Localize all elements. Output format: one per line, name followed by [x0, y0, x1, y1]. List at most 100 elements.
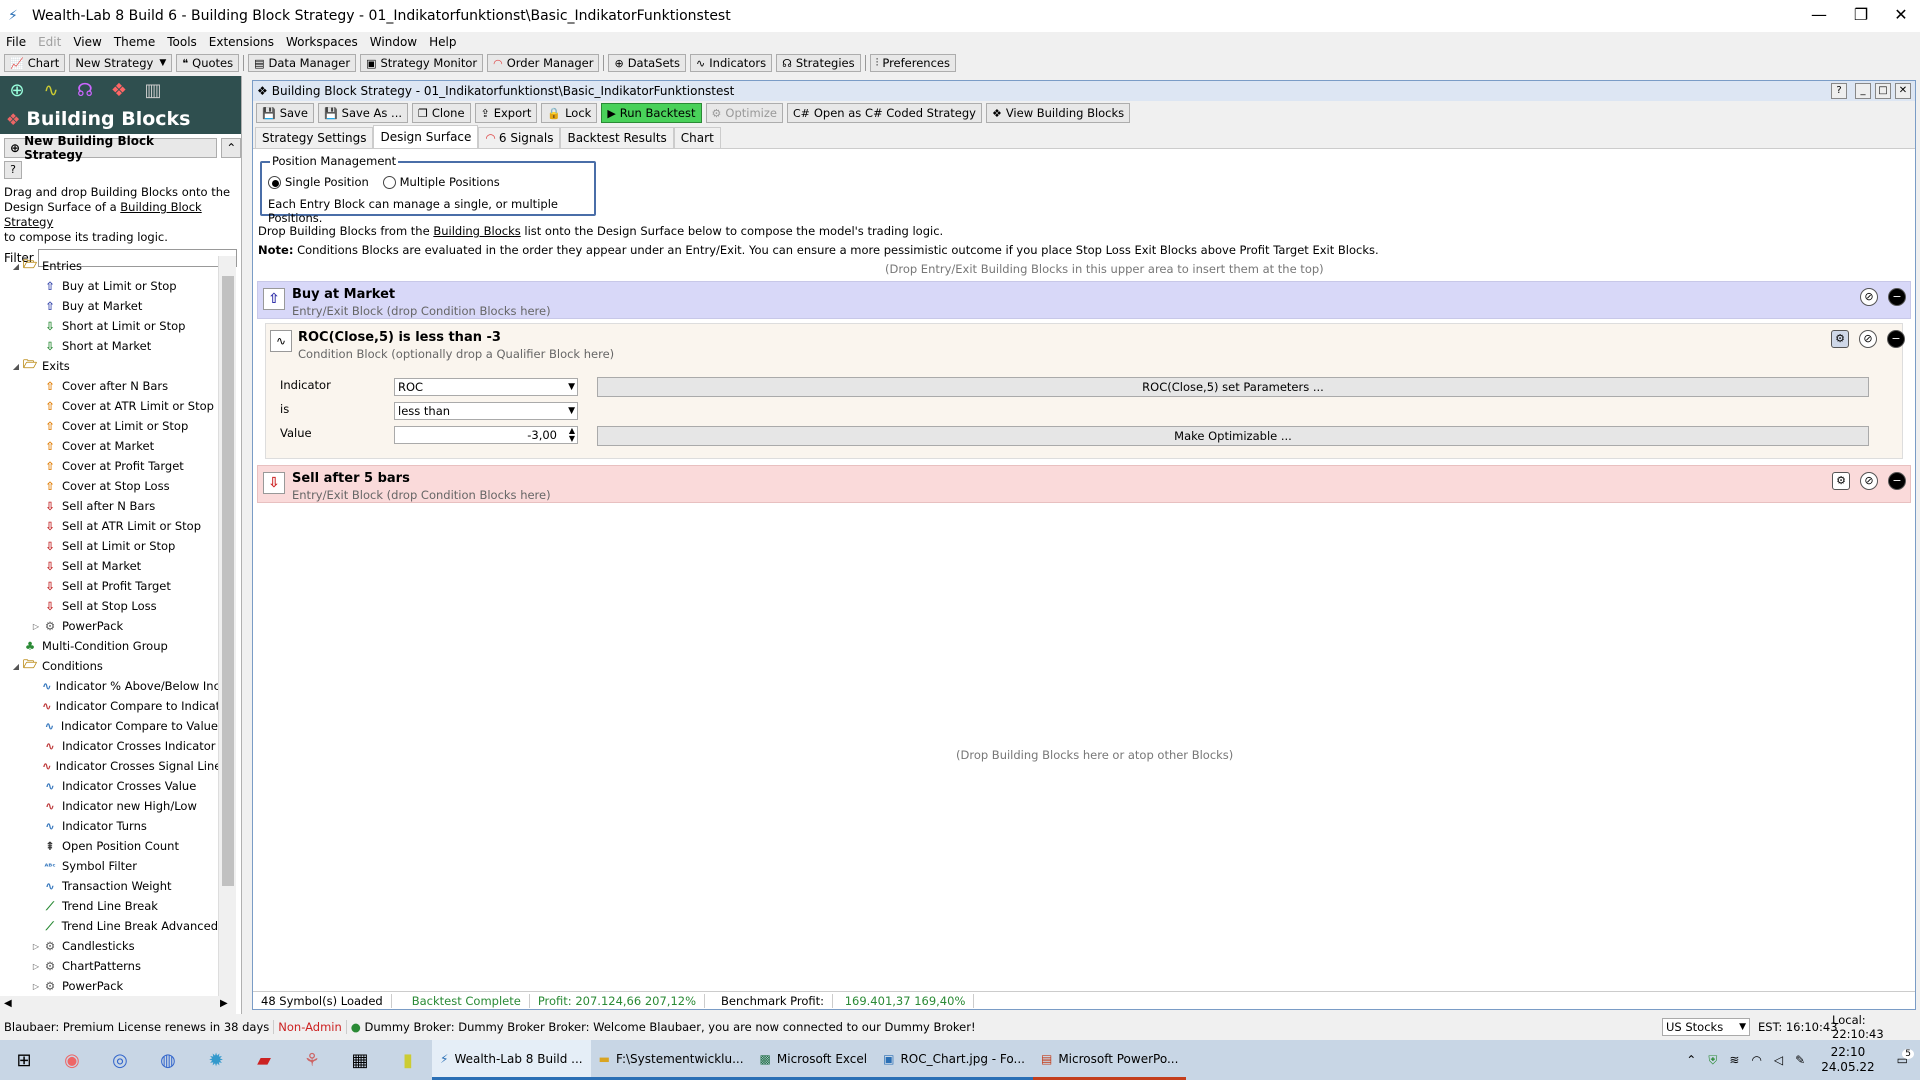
doc-close-button[interactable]: ✕	[1895, 83, 1911, 99]
collapsed-toggle-icon[interactable]: ▷	[30, 942, 42, 951]
doc-help-button[interactable]: ?	[1831, 83, 1847, 99]
collapse-button[interactable]: ⌃	[221, 138, 241, 158]
tree-item[interactable]: ⟋ Trend Line Break Advanced	[0, 916, 218, 936]
taskbar-app-powerpoint[interactable]: ▤ Microsoft PowerPo...	[1032, 1040, 1187, 1080]
tree-item[interactable]: ∿ Indicator Compare to Indicat	[0, 696, 218, 716]
menu-window[interactable]: Window	[364, 35, 423, 49]
spinner-icon[interactable]: ▲ ▼	[569, 427, 575, 443]
tree-item[interactable]: ⇧ Cover at ATR Limit or Stop	[0, 396, 218, 416]
tree-item[interactable]: ⇧ Cover after N Bars	[0, 376, 218, 396]
indicator-wave-icon[interactable]: ∿	[40, 80, 62, 101]
quotes-button[interactable]: ❝ Quotes	[176, 54, 240, 72]
strategy-monitor-button[interactable]: ▣ Strategy Monitor	[360, 54, 484, 72]
tree-item[interactable]: ◢ 🗁 Exits	[0, 356, 218, 376]
doc-minimize-button[interactable]: _	[1855, 83, 1871, 99]
design-surface[interactable]: Position Management Single Position Mult…	[253, 151, 1915, 991]
pdf-icon[interactable]: ▰	[240, 1050, 288, 1071]
tree-item[interactable]: ◢ 🗁 Entries	[0, 256, 218, 276]
chevron-up-icon[interactable]: ⌃	[1680, 1053, 1702, 1067]
tree-item[interactable]: ⇩ Sell at Limit or Stop	[0, 536, 218, 556]
disable-condition-button[interactable]: ⊘	[1859, 330, 1877, 348]
tree-item[interactable]: ⇧ Cover at Profit Target	[0, 456, 218, 476]
tree-item[interactable]: ∿ Indicator Turns	[0, 816, 218, 836]
tab-signals[interactable]: ◠ 6 Signals	[478, 127, 561, 148]
set-parameters-button[interactable]: ROC(Close,5) set Parameters ...	[597, 377, 1869, 397]
market-select[interactable]: US Stocks ▼	[1662, 1018, 1750, 1036]
tree-item[interactable]: ⇧ Cover at Limit or Stop	[0, 416, 218, 436]
gear-icon[interactable]: ⚙	[1831, 330, 1849, 348]
network-icon[interactable]: ≋	[1723, 1053, 1745, 1067]
menu-edit[interactable]: Edit	[32, 35, 67, 49]
menu-view[interactable]: View	[67, 35, 107, 49]
datasets-button[interactable]: ⊕ DataSets	[608, 54, 687, 72]
tree-item[interactable]: ⇧ Cover at Market	[0, 436, 218, 456]
tree-item[interactable]: ∿ Indicator Crosses Signal Line	[0, 756, 218, 776]
expanded-toggle-icon[interactable]: ◢	[10, 262, 22, 271]
run-backtest-button[interactable]: ▶ Run Backtest	[601, 103, 702, 123]
menu-theme[interactable]: Theme	[108, 35, 161, 49]
tab-chart[interactable]: Chart	[673, 127, 721, 148]
menu-help[interactable]: Help	[423, 35, 462, 49]
tree-item[interactable]: ⇧ Cover at Stop Loss	[0, 476, 218, 496]
tree-item[interactable]: ◢ 🗁 Conditions	[0, 656, 218, 676]
doc-maximize-button[interactable]: □	[1875, 83, 1891, 99]
gear-icon[interactable]: ⚙	[1832, 472, 1850, 490]
roc-condition-block[interactable]: ∿ ROC(Close,5) is less than -3 Condition…	[265, 323, 1905, 459]
preferences-button[interactable]: ⫶ Preferences	[869, 54, 956, 72]
app-icon[interactable]: ⚘	[288, 1050, 336, 1071]
scrollbar-thumb[interactable]	[222, 276, 234, 886]
new-building-block-strategy-button[interactable]: ⊕ New Building Block Strategy	[4, 134, 218, 162]
tree-item[interactable]: ▷ ⚙ PowerPack	[0, 616, 218, 636]
expanded-toggle-icon[interactable]: ◢	[10, 362, 22, 371]
tab-strategy-settings[interactable]: Strategy Settings	[255, 127, 374, 148]
tree-item[interactable]: ∿ Transaction Weight	[0, 876, 218, 896]
buy-at-market-block[interactable]: ⇧ Buy at Market Entry/Exit Block (drop C…	[257, 281, 1911, 319]
clone-button[interactable]: ❐ Clone	[412, 103, 471, 123]
view-building-blocks-button[interactable]: ❖ View Building Blocks	[985, 103, 1131, 123]
taskbar-app-wealthlab[interactable]: ⚡ Wealth-Lab 8 Build ...	[432, 1040, 591, 1080]
tree-item[interactable]: ᴬᴮᶜ Symbol Filter	[0, 856, 218, 876]
sell-after-bars-block[interactable]: ⇩ Sell after 5 bars Entry/Exit Block (dr…	[257, 465, 1911, 503]
multiple-positions-radio[interactable]: Multiple Positions	[382, 175, 500, 189]
tree-item[interactable]: ⇩ Short at Limit or Stop	[0, 316, 218, 336]
tree-item[interactable]: ▷ ⚙ PowerPack	[0, 976, 218, 996]
disable-block-button[interactable]: ⊘	[1860, 288, 1878, 306]
tree-item[interactable]: ⇞ Open Position Count	[0, 836, 218, 856]
new-strategy-dropdown[interactable]: New Strategy ▼	[69, 54, 173, 72]
tree-item[interactable]: ⇩ Sell at Profit Target	[0, 576, 218, 596]
open-as-csharp-button[interactable]: C# Open as C# Coded Strategy	[786, 103, 982, 123]
speaker-icon[interactable]: ◁	[1768, 1053, 1789, 1067]
chart-button[interactable]: 📈 Chart	[4, 54, 66, 72]
tree-item[interactable]: ⇩ Sell at Stop Loss	[0, 596, 218, 616]
taskbar-app-explorer[interactable]: ▬ F:\Systementwicklu...	[590, 1040, 752, 1080]
tree-horizontal-scrollbar[interactable]: ◀ ▶	[0, 996, 236, 1014]
minimize-button[interactable]: —	[1796, 0, 1842, 32]
wifi-icon[interactable]: ◠	[1745, 1053, 1767, 1067]
tree-item[interactable]: ♣ Multi-Condition Group	[0, 636, 218, 656]
collapsed-toggle-icon[interactable]: ▷	[30, 622, 42, 631]
tree-item[interactable]: ⇧ Buy at Market	[0, 296, 218, 316]
remove-block-button[interactable]: −	[1888, 288, 1906, 306]
brain-icon[interactable]: ☊	[74, 80, 96, 101]
data-manager-button[interactable]: ▤ Data Manager	[248, 54, 357, 72]
tree-scrollbar[interactable]	[218, 256, 236, 996]
tab-design-surface[interactable]: Design Surface	[373, 125, 479, 148]
taskbar-app-excel[interactable]: ▩ Microsoft Excel	[751, 1040, 876, 1080]
tab-backtest-results[interactable]: Backtest Results	[560, 127, 674, 148]
library-icon[interactable]: ▥	[142, 80, 164, 101]
app-icon[interactable]: ✹	[192, 1050, 240, 1071]
make-optimizable-button[interactable]: Make Optimizable ...	[597, 426, 1869, 446]
firefox-icon[interactable]: ◉	[48, 1050, 96, 1071]
building-blocks-icon[interactable]: ❖	[108, 80, 130, 101]
indicator-select[interactable]: ROC ▼	[394, 378, 578, 396]
shield-icon[interactable]: ⛨	[1702, 1053, 1723, 1068]
tree-item[interactable]: ⇧ Buy at Limit or Stop	[0, 276, 218, 296]
tree-item[interactable]: ⟋ Trend Line Break	[0, 896, 218, 916]
pen-icon[interactable]: ✎	[1789, 1053, 1811, 1067]
notes-icon[interactable]: ▮	[384, 1050, 432, 1071]
windows-start-icon[interactable]: ⊞	[0, 1050, 48, 1071]
calculator-icon[interactable]: ▦	[336, 1050, 384, 1071]
optimize-button[interactable]: ⚙ Optimize	[705, 103, 783, 123]
export-button[interactable]: ⇪ Export	[474, 103, 538, 123]
tree-item[interactable]: ▷ ⚙ Candlesticks	[0, 936, 218, 956]
